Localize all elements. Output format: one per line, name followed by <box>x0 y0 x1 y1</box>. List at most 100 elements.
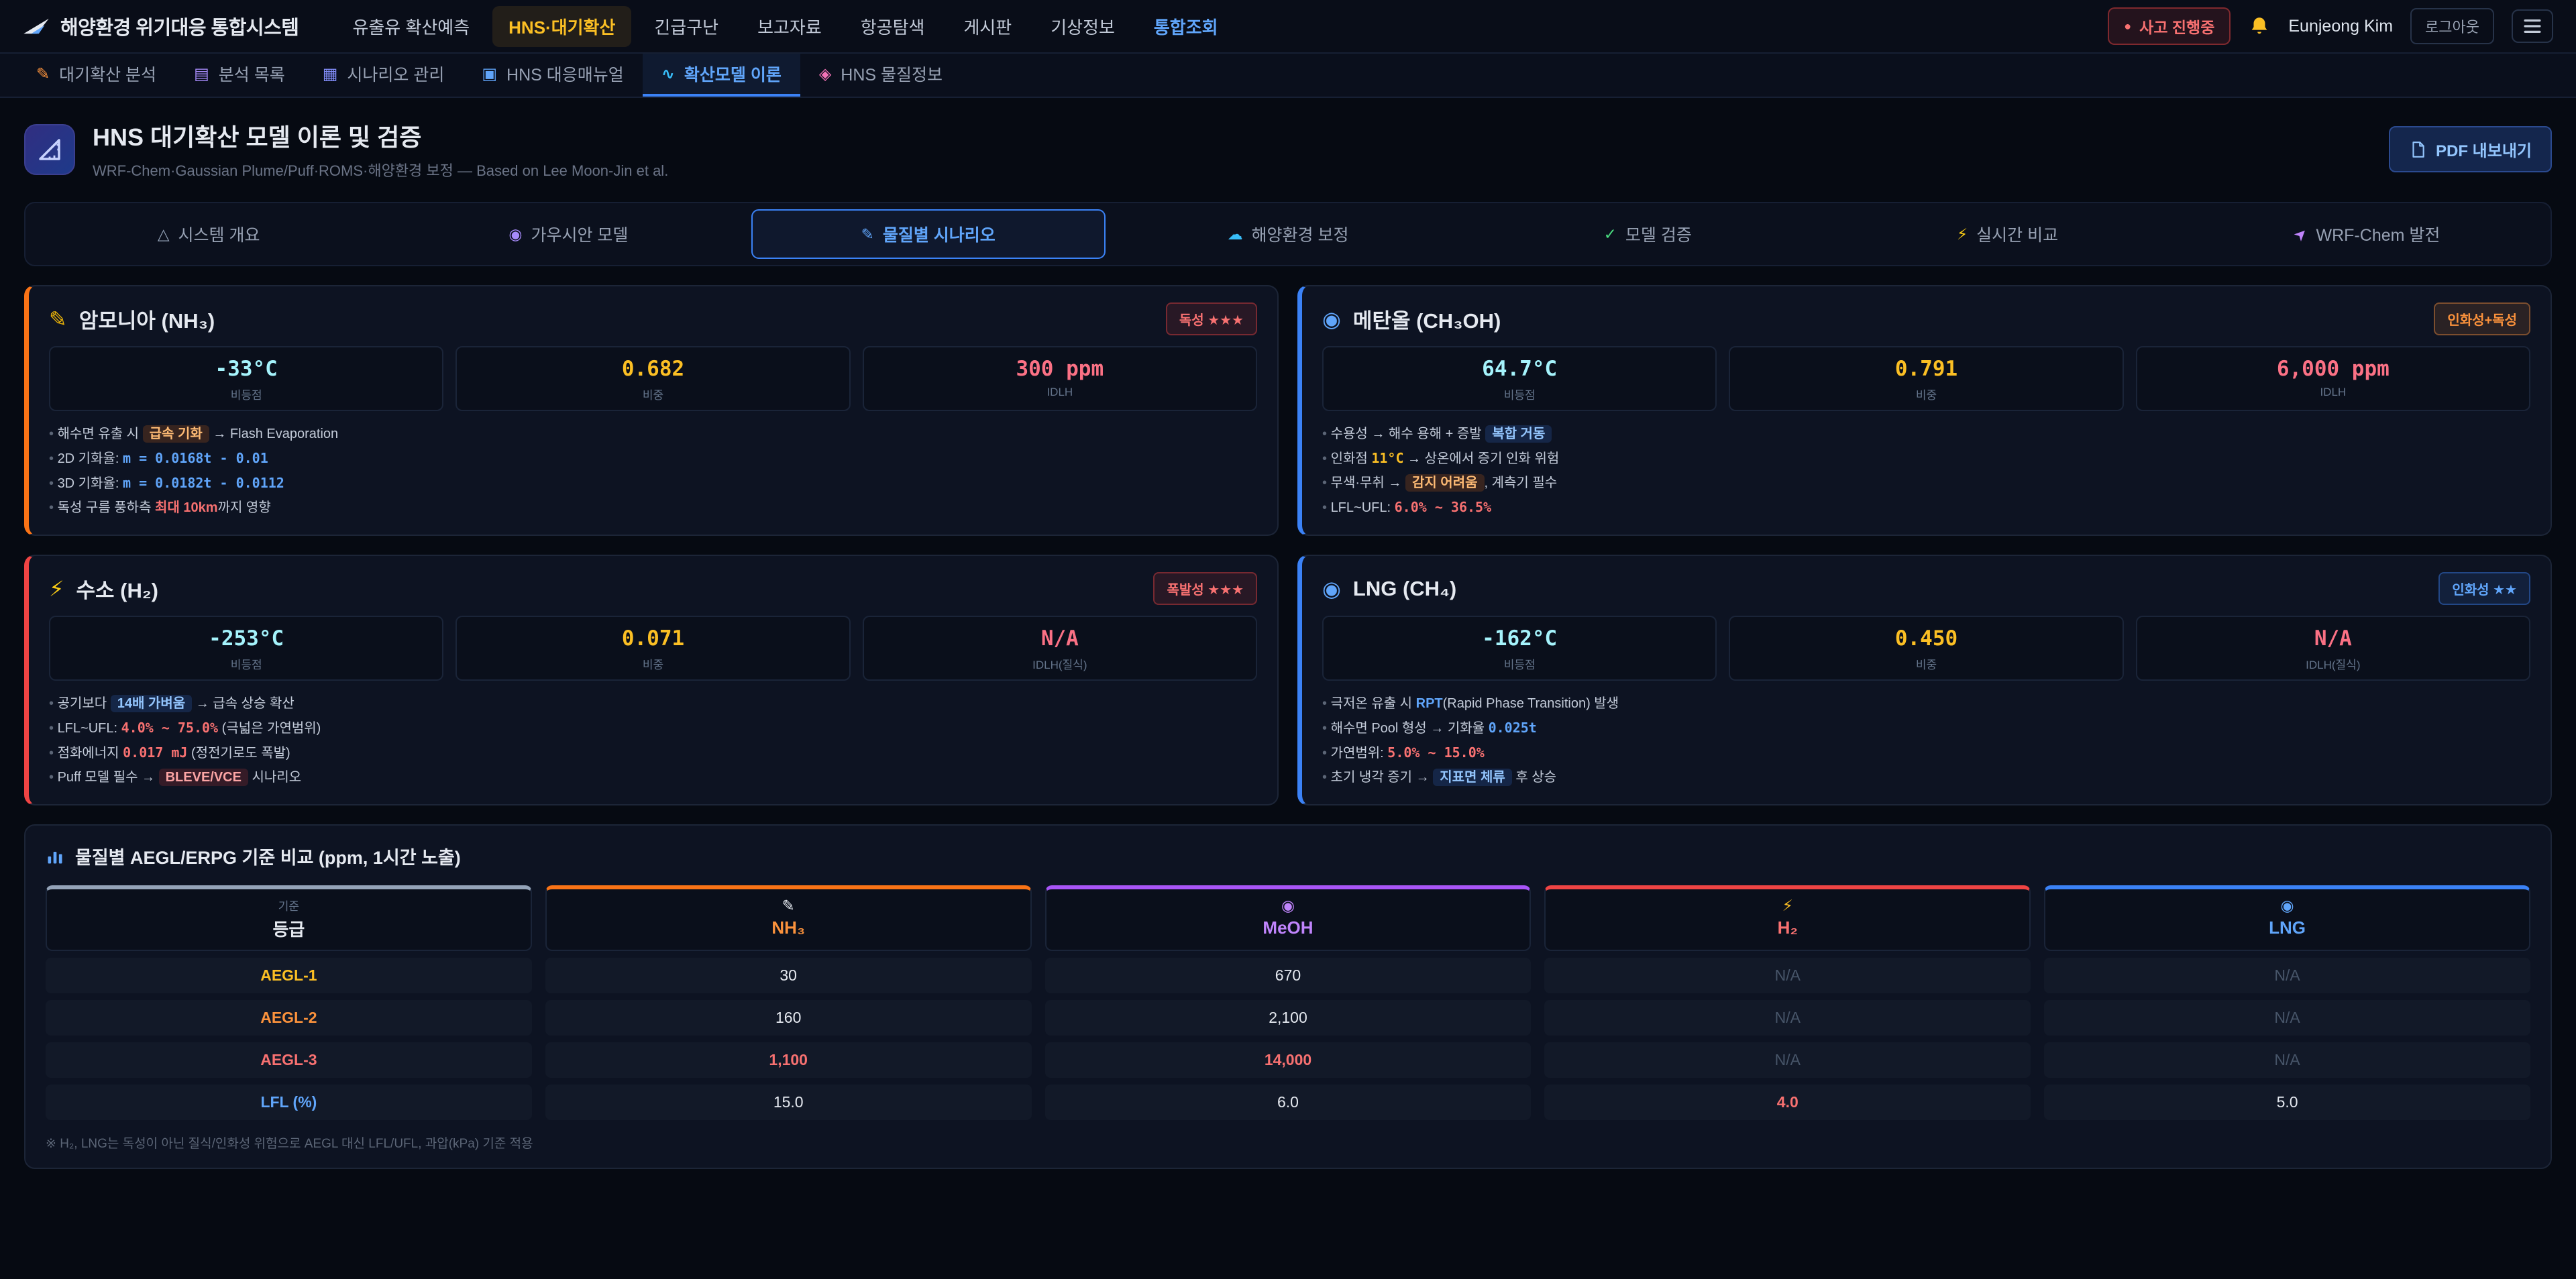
stat-idlh: N/A IDLH(질식) <box>2136 616 2530 681</box>
col-header-label: H₂ <box>1546 917 2029 938</box>
table-cell: N/A <box>1544 1000 2031 1036</box>
bullet-item: 3D 기화율: m = 0.0182t - 0.0112 <box>49 471 1257 496</box>
card-header: ⚡ 수소 (H₂) 폭발성 ★★★ <box>49 572 1257 605</box>
nav-reports[interactable]: 보고자료 <box>741 6 838 47</box>
bullet-list: 수용성 → 해수 용해 + 증발 복합 거동 인화점 11°C → 상온에서 증… <box>1322 422 2530 520</box>
table-row-lfl: LFL (%) 15.0 6.0 4.0 5.0 <box>46 1085 2530 1120</box>
col-header-label: LNG <box>2045 917 2529 938</box>
card-header: ◉ 메탄올 (CH₃OH) 인화성+독성 <box>1322 302 2530 335</box>
card-hydrogen: ⚡ 수소 (H₂) 폭발성 ★★★ -253°C 비등점 0.071 비중 N/… <box>24 555 1279 805</box>
stat-specific-gravity: 0.791 비중 <box>1729 346 2123 411</box>
bullet-list: 공기보다 14배 가벼움 → 급속 상승 확산 LFL~UFL: 4.0% ~ … <box>49 691 1257 789</box>
table-cell: 2,100 <box>1045 1000 1532 1036</box>
bullet-item: 독성 구름 풍하측 최대 10km까지 영향 <box>49 496 1257 520</box>
tab-wrf-chem[interactable]: ➤ WRF-Chem 발전 <box>2190 209 2544 259</box>
tab-gaussian-model[interactable]: ◉ 가우시안 모델 <box>391 209 745 259</box>
tab-label: 실시간 비교 <box>1976 222 2058 246</box>
stat-value: 0.791 <box>1730 357 2122 381</box>
table-cell: 670 <box>1045 958 1532 993</box>
stat-label: 비중 <box>1730 655 2122 672</box>
bullet-item: 해수면 Pool 형성 → 기화율 0.025t <box>1322 716 2530 740</box>
stat-label: IDLH(질식) <box>2137 655 2529 672</box>
nav-hns-dispersion[interactable]: HNS·대기확산 <box>492 6 631 47</box>
col-header-nh3: ✎ NH₃ <box>545 885 1032 951</box>
subnav-label: 시나리오 관리 <box>347 62 444 86</box>
nav-integrated-search[interactable]: 통합조회 <box>1138 6 1234 47</box>
logout-button[interactable]: 로그아웃 <box>2410 8 2494 44</box>
tab-marine-correction[interactable]: ☁ 해양환경 보정 <box>1111 209 1465 259</box>
incident-dot-icon: ● <box>2124 19 2131 34</box>
stat-value: -253°C <box>50 626 442 651</box>
subnav-scenario-management[interactable]: ▦ 시나리오 관리 <box>304 54 464 97</box>
flask-icon: ◈ <box>819 64 831 84</box>
bullet-item: 2D 기화율: m = 0.0168t - 0.01 <box>49 446 1257 471</box>
stat-boiling-point: 64.7°C 비등점 <box>1322 346 1717 411</box>
pdf-export-button[interactable]: PDF 내보내기 <box>2389 126 2552 172</box>
col-header-sub: 기준 <box>47 897 531 913</box>
table-title: 물질별 AEGL/ERPG 기준 비교 (ppm, 1시간 노출) <box>46 843 2530 869</box>
section-tab-bar: △ 시스템 개요 ◉ 가우시안 모델 ✎ 물질별 시나리오 ☁ 해양환경 보정 … <box>24 202 2552 266</box>
subnav-dispersion-analysis[interactable]: ✎ 대기확산 분석 <box>17 54 175 97</box>
tab-system-overview[interactable]: △ 시스템 개요 <box>32 209 386 259</box>
table-row-aegl1: AEGL-1 30 670 N/A N/A <box>46 958 2530 993</box>
circle-icon: ◉ <box>508 225 522 243</box>
incident-status-badge[interactable]: ● 사고 진행중 <box>2108 7 2231 45</box>
nav-aerial-search[interactable]: 항공탐색 <box>845 6 941 47</box>
pencil-icon: ✎ <box>36 64 50 84</box>
menu-button[interactable] <box>2512 9 2553 43</box>
card-title: 수소 (H₂) <box>76 573 158 604</box>
stat-specific-gravity: 0.071 비중 <box>455 616 850 681</box>
tab-label: 물질별 시나리오 <box>883 222 996 246</box>
subnav-hns-manual[interactable]: ▣ HNS 대응매뉴얼 <box>463 54 642 97</box>
table-cell: 5.0 <box>2044 1085 2530 1120</box>
hazard-badge: 폭발성 ★★★ <box>1153 572 1257 605</box>
nav-board[interactable]: 게시판 <box>947 6 1028 47</box>
aegl-comparison-section: 물질별 AEGL/ERPG 기준 비교 (ppm, 1시간 노출) 기준 등급 … <box>24 824 2552 1169</box>
nav-oil-spill-forecast[interactable]: 유출유 확산예측 <box>336 6 486 47</box>
stat-label: 비중 <box>1730 386 2122 402</box>
stat-row: -33°C 비등점 0.682 비중 300 ppm IDLH <box>49 346 1257 411</box>
bullet-item: 극저온 유출 시 RPT(Rapid Phase Transition) 발생 <box>1322 691 2530 716</box>
col-header-lng: ◉ LNG <box>2044 885 2530 951</box>
hamburger-icon <box>2522 17 2542 35</box>
table-footnote: ※ H₂, LNG는 독성이 아닌 질식/인화성 위험으로 AEGL 대신 LF… <box>46 1133 2530 1152</box>
brand[interactable]: 해양환경 위기대응 통합시스템 <box>23 12 299 40</box>
tab-label: 시스템 개요 <box>178 222 260 246</box>
nav-emergency-rescue[interactable]: 긴급구난 <box>638 6 735 47</box>
subnav-hns-substance-info[interactable]: ◈ HNS 물질정보 <box>800 54 961 97</box>
user-name: Eunjeong Kim <box>2288 17 2393 36</box>
subnav-model-theory[interactable]: ∿ 확산모델 이론 <box>643 54 800 97</box>
card-header: ◉ LNG (CH₄) 인화성 ★★ <box>1322 572 2530 605</box>
stat-row: -253°C 비등점 0.071 비중 N/A IDLH(질식) <box>49 616 1257 681</box>
notification-bell-button[interactable] <box>2248 15 2271 38</box>
page-header: HNS 대기확산 모델 이론 및 검증 WRF-Chem·Gaussian Pl… <box>0 98 2576 195</box>
bullet-item: 가연범위: 5.0% ~ 15.0% <box>1322 740 2530 765</box>
stat-value: N/A <box>2137 626 2529 651</box>
col-header-label: NH₃ <box>547 917 1030 938</box>
tab-substance-scenarios[interactable]: ✎ 물질별 시나리오 <box>751 209 1106 259</box>
subnav-analysis-list[interactable]: ▤ 분석 목록 <box>175 54 304 97</box>
table-title-label: 물질별 AEGL/ERPG 기준 비교 (ppm, 1시간 노출) <box>75 843 461 869</box>
pencil-icon: ✎ <box>49 307 67 332</box>
stat-boiling-point: -162°C 비등점 <box>1322 616 1717 681</box>
stat-label: 비등점 <box>50 655 442 672</box>
card-lng: ◉ LNG (CH₄) 인화성 ★★ -162°C 비등점 0.450 비중 N… <box>1297 555 2552 805</box>
subnav-label: 대기확산 분석 <box>59 62 156 86</box>
row-label: LFL (%) <box>46 1085 532 1120</box>
molecule-icon: ◉ <box>1322 576 1341 602</box>
table-cell: 4.0 <box>1544 1085 2031 1120</box>
card-methanol: ◉ 메탄올 (CH₃OH) 인화성+독성 64.7°C 비등점 0.791 비중… <box>1297 285 2552 536</box>
tab-model-validation[interactable]: ✓ 모델 검증 <box>1470 209 1825 259</box>
top-navbar: 해양환경 위기대응 통합시스템 유출유 확산예측 HNS·대기확산 긴급구난 보… <box>0 0 2576 54</box>
document-icon <box>2409 141 2426 158</box>
header-icon-box <box>24 124 75 175</box>
nav-weather[interactable]: 기상정보 <box>1034 6 1131 47</box>
tab-realtime-comparison[interactable]: ⚡ 실시간 비교 <box>1830 209 2184 259</box>
rocket-icon: ➤ <box>2290 223 2312 245</box>
row-label: AEGL-3 <box>46 1042 532 1078</box>
subnav-label: HNS 물질정보 <box>841 62 943 86</box>
stat-label: 비중 <box>457 386 849 402</box>
table-cell: 14,000 <box>1045 1042 1532 1078</box>
sub-navbar: ✎ 대기확산 분석 ▤ 분석 목록 ▦ 시나리오 관리 ▣ HNS 대응매뉴얼 … <box>0 54 2576 98</box>
table-cell: N/A <box>1544 958 2031 993</box>
